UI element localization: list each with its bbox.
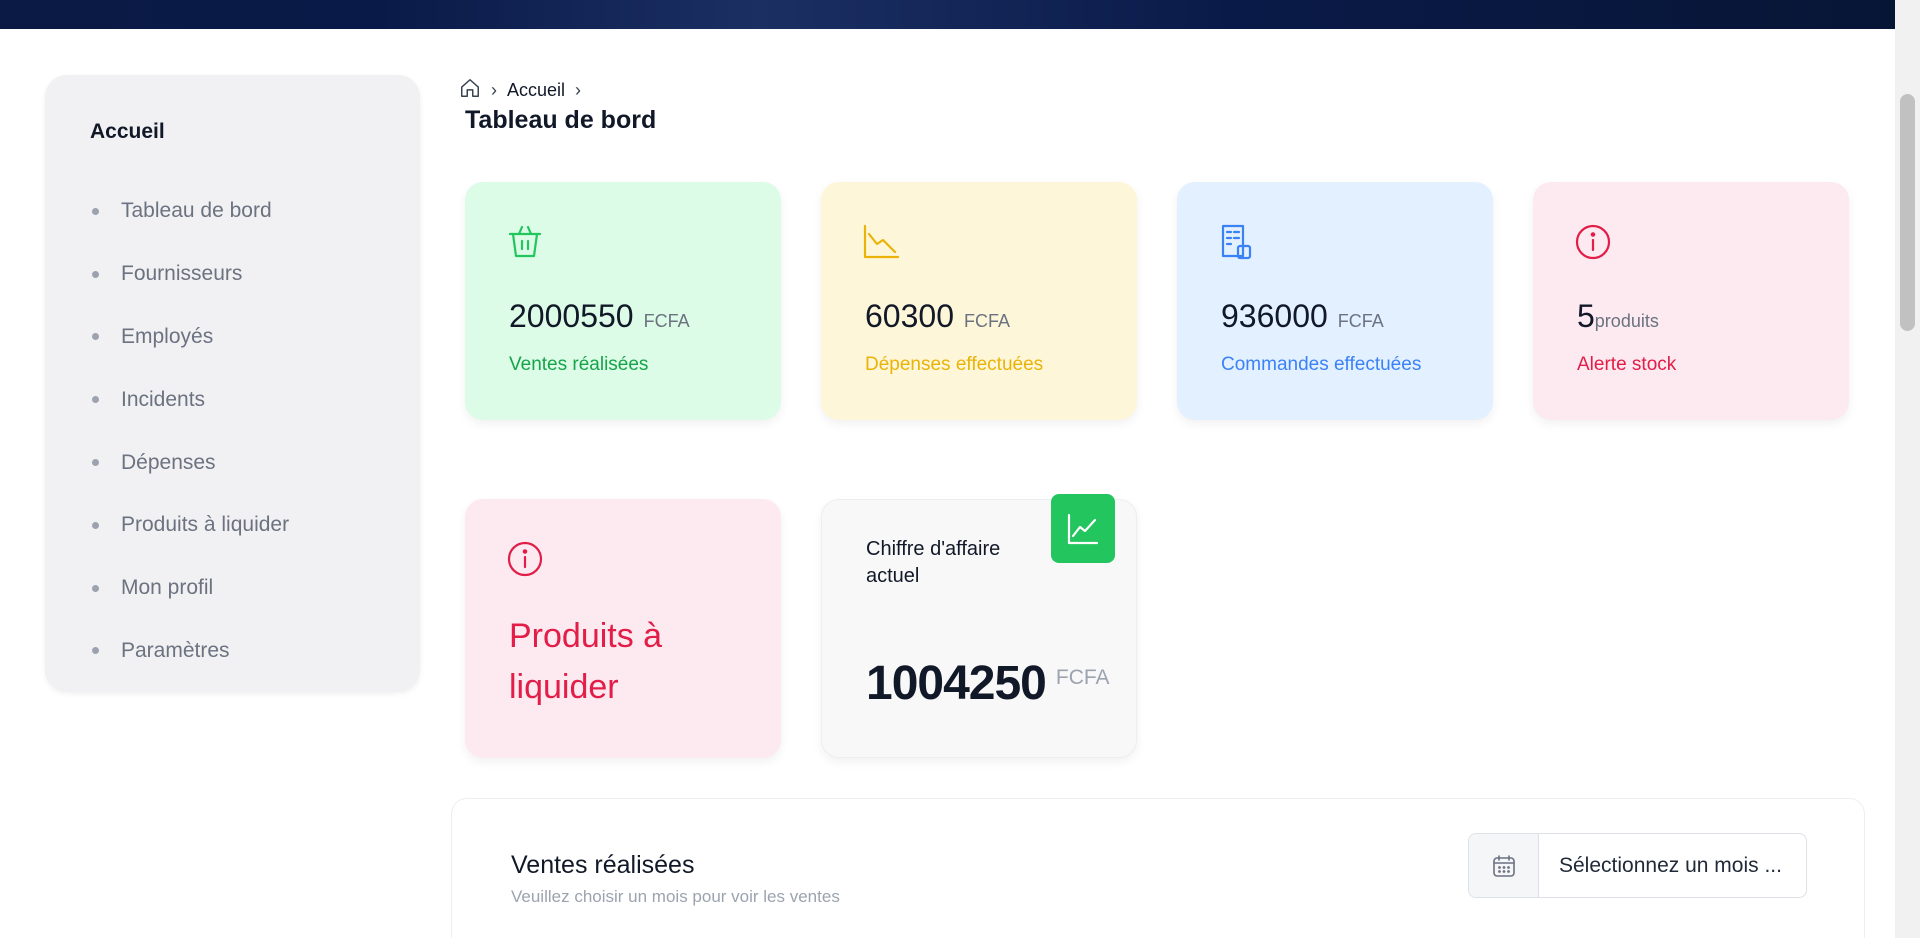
month-picker[interactable]: Sélectionnez un mois ...	[1468, 833, 1807, 898]
stat-unit: FCFA	[963, 311, 1010, 331]
sidebar-heading: Accueil	[90, 120, 165, 143]
produits-a-liquider-title: Produits à liquider	[509, 611, 662, 713]
stat-label: Dépenses effectuées	[865, 354, 1044, 375]
sidebar-item-fournisseurs[interactable]: Fournisseurs	[90, 243, 289, 306]
chevron-right-icon: ›	[575, 80, 582, 100]
sidebar-item-label: Dépenses	[121, 450, 216, 474]
chiffre-affaire-amount: 1004250 FCFA	[866, 656, 1110, 711]
stat-number: 5	[1577, 298, 1595, 334]
info-icon	[1573, 222, 1613, 262]
ventes-section: Ventes réalisées Veuillez choisir un moi…	[451, 798, 1865, 938]
info-icon	[505, 539, 545, 579]
bullet-icon	[92, 584, 99, 592]
receipt-icon	[1217, 222, 1257, 262]
sidebar-item-tableau-de-bord[interactable]: Tableau de bord	[90, 180, 289, 243]
chevron-right-icon: ›	[491, 80, 497, 100]
bullet-icon	[92, 459, 99, 467]
amount-number: 1004250	[866, 657, 1047, 710]
bullet-icon	[92, 270, 99, 278]
bullet-icon	[92, 396, 99, 404]
stat-card-commandes[interactable]: 936000 FCFA Commandes effectuées	[1177, 182, 1493, 420]
sidebar: Accueil Tableau de bord Fournisseurs Emp…	[45, 75, 420, 692]
chiffre-affaire-card: Chiffre d'affaire actuel 1004250 FCFA	[821, 494, 1137, 758]
stat-value-commandes: 936000 FCFA	[1221, 298, 1384, 335]
bullet-icon	[92, 333, 99, 341]
stat-number: 60300	[865, 298, 954, 334]
trend-up-icon	[1051, 494, 1115, 563]
sidebar-item-label: Paramètres	[121, 638, 230, 662]
stat-unit: FCFA	[643, 311, 690, 331]
sidebar-item-label: Fournisseurs	[121, 262, 243, 286]
page-title: Tableau de bord	[465, 106, 657, 134]
stat-number: 936000	[1221, 298, 1328, 334]
basket-icon	[505, 222, 545, 262]
stat-number: 2000550	[509, 298, 634, 334]
bullet-icon	[92, 207, 99, 215]
ventes-section-subtitle: Veuillez choisir un mois pour voir les v…	[511, 887, 840, 906]
sidebar-item-employes[interactable]: Employés	[90, 306, 289, 369]
stat-card-alerte-stock[interactable]: 5 produits Alerte stock	[1533, 182, 1849, 420]
top-navbar	[0, 0, 1895, 29]
stat-label: Alerte stock	[1577, 354, 1677, 375]
page-scrollbar[interactable]	[1895, 0, 1920, 938]
stat-unit: produits	[1594, 311, 1659, 331]
scrollbar-thumb[interactable]	[1900, 94, 1915, 331]
sidebar-item-label: Employés	[121, 324, 214, 348]
stat-label: Ventes réalisées	[509, 354, 649, 375]
bullet-icon	[92, 647, 99, 655]
stat-card-ventes[interactable]: 2000550 FCFA Ventes réalisées	[465, 182, 781, 420]
stat-value-alerte-stock: 5 produits	[1577, 298, 1659, 335]
bullet-icon	[92, 521, 99, 529]
stat-unit: FCFA	[1337, 311, 1384, 331]
breadcrumb: › Accueil ›	[459, 77, 591, 104]
ventes-section-title: Ventes réalisées	[511, 851, 695, 879]
stat-card-depenses[interactable]: 60300 FCFA Dépenses effectuées	[821, 182, 1137, 420]
sidebar-item-depenses[interactable]: Dépenses	[90, 431, 289, 494]
sidebar-item-incidents[interactable]: Incidents	[90, 368, 289, 431]
sidebar-item-label: Tableau de bord	[121, 199, 272, 223]
sidebar-item-parametres[interactable]: Paramètres	[90, 620, 289, 683]
breadcrumb-item[interactable]: Accueil	[507, 80, 565, 101]
sidebar-item-label: Mon profil	[121, 576, 214, 600]
title-line: Produits à	[509, 617, 663, 655]
home-icon[interactable]	[459, 77, 481, 104]
stat-label: Commandes effectuées	[1221, 354, 1422, 375]
chart-down-icon	[861, 222, 901, 262]
sidebar-item-mon-profil[interactable]: Mon profil	[90, 557, 289, 620]
sidebar-item-label: Incidents	[121, 387, 206, 411]
chiffre-affaire-title: Chiffre d'affaire actuel	[866, 538, 1001, 587]
sidebar-item-produits-a-liquider[interactable]: Produits à liquider	[90, 494, 289, 557]
stat-value-depenses: 60300 FCFA	[865, 298, 1010, 335]
month-picker-input[interactable]: Sélectionnez un mois ...	[1539, 834, 1806, 897]
calendar-icon[interactable]	[1469, 834, 1539, 897]
sidebar-menu: Tableau de bord Fournisseurs Employés In…	[90, 180, 289, 682]
sidebar-item-label: Produits à liquider	[121, 513, 290, 537]
produits-a-liquider-card[interactable]: Produits à liquider	[465, 499, 781, 758]
amount-unit: FCFA	[1055, 666, 1110, 689]
title-line: liquider	[509, 668, 619, 706]
stat-value-ventes: 2000550 FCFA	[509, 298, 690, 335]
